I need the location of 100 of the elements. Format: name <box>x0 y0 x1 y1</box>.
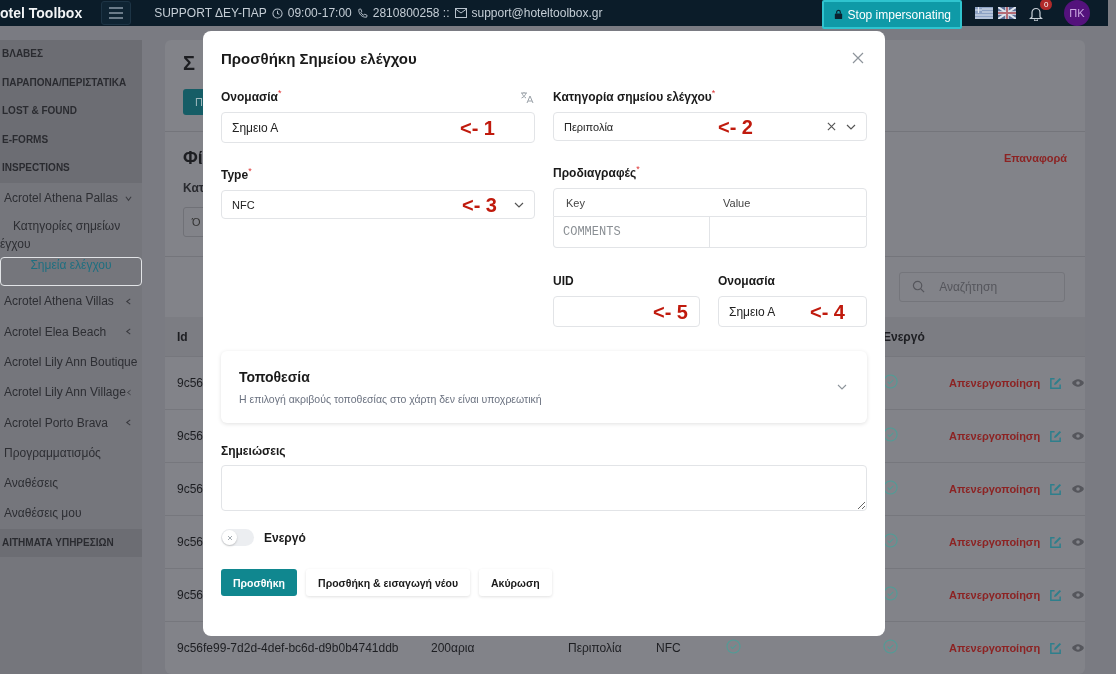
field-label: UID <box>553 273 574 289</box>
sidebar-item[interactable]: Acrotel Lily Ann Boutique <box>0 346 142 378</box>
bell-icon[interactable] <box>1029 5 1043 21</box>
sidebar-item[interactable]: Acrotel Elea Beach <box>0 316 142 347</box>
field-label: Ονομασία <box>221 89 278 105</box>
menu-icon <box>108 7 125 19</box>
lock-icon <box>832 9 844 20</box>
sidebar-section[interactable]: ΒΛΑΒΕΣ <box>0 40 142 69</box>
table-cell: 200αρια <box>431 641 475 655</box>
value-input[interactable] <box>710 217 867 248</box>
field-label: Σημειώσεις <box>221 443 287 459</box>
location-panel[interactable]: Τοποθεσία Η επιλογή ακριβούς τοποθεσίας στο χάρτη δεν είναι υποχρεωτική <box>221 351 867 423</box>
sidebar-section[interactable]: INSPECTIONS <box>0 154 142 183</box>
chevron-icon <box>125 297 132 305</box>
toggle-switch[interactable] <box>221 529 254 546</box>
table-cell: 9c56 <box>177 429 204 444</box>
eye-icon[interactable] <box>1071 590 1086 601</box>
translate-icon[interactable] <box>520 90 534 104</box>
filter-label: Κατ <box>183 180 206 195</box>
toggle-label: Ενεργό <box>264 530 306 545</box>
sidebar-item[interactable]: Acrotel Porto Brava <box>0 407 142 438</box>
avatar[interactable]: ΠΚ <box>1064 0 1090 26</box>
sidebar-subitem[interactable]: Κατηγορίες σημείων έγχου <box>0 213 142 258</box>
notification-count: 0 <box>1040 0 1053 10</box>
sidebar-section[interactable]: LOST & FOUND <box>0 97 142 126</box>
chevron-icon <box>125 419 132 427</box>
chevron-icon <box>125 328 132 336</box>
panel-title: Τοποθεσία <box>239 369 311 385</box>
greek-flag-icon[interactable] <box>975 7 993 19</box>
required-mark: * <box>636 165 640 174</box>
support-hours: 09:00-17:00 <box>287 6 352 20</box>
required-mark: * <box>248 167 252 176</box>
eye-icon[interactable] <box>1071 431 1086 442</box>
column-header: Value <box>722 196 752 209</box>
page-title: Σ <box>183 52 195 75</box>
app-logo[interactable]: otel Toolbox <box>0 5 83 21</box>
chevron-down-icon[interactable] <box>837 384 847 390</box>
annotation-label: <- 3 <box>461 193 497 216</box>
sidebar-item[interactable]: Acrotel Athena Villas <box>0 286 142 317</box>
filters-title: Φί <box>183 147 203 169</box>
annotation-label: <- 1 <box>459 116 495 139</box>
table-cell: 9c56fe99-7d2d-4def-bc6d-d9b0b4741ddb <box>177 641 399 655</box>
sidebar-item[interactable]: Αναθέσεις <box>0 468 142 499</box>
support-email[interactable]: support@hoteltoolbox.gr <box>471 6 603 20</box>
dialog-button[interactable]: Προσθήκη & εισαγωγή νέου <box>306 569 471 596</box>
edit-icon[interactable] <box>1049 641 1063 655</box>
annotation-label: <- 4 <box>809 300 845 323</box>
support-label: SUPPORT ΔΕΥ-ΠΑΡ <box>154 6 267 20</box>
deactivate-link[interactable]: Απενεργοποίηση <box>949 377 1041 390</box>
column-header: Key <box>565 196 586 209</box>
edit-icon[interactable] <box>1049 482 1063 496</box>
key-input[interactable]: COMMENTS <box>553 217 710 248</box>
chevron-icon <box>125 194 132 202</box>
sidebar-section[interactable]: ΑΙΤΗΜΑΤΑ ΥΠΗΡΕΣΙΩΝ <box>0 528 142 558</box>
field-label: Κατηγορία σημείου ελέγχου <box>553 89 712 105</box>
eye-icon[interactable] <box>1071 378 1086 389</box>
notes-textarea[interactable] <box>221 465 867 511</box>
cross-icon <box>226 534 233 541</box>
chevron-down-icon <box>514 201 524 208</box>
panel-hint: Η επιλογή ακριβούς τοποθεσίας στο χάρτη δεν είναι υποχρεωτική <box>239 393 542 405</box>
table-cell: 9c56 <box>177 588 204 603</box>
deactivate-link[interactable]: Απενεργοποίηση <box>949 483 1041 496</box>
reset-link[interactable]: Επαναφορά <box>1003 152 1068 165</box>
deactivate-link[interactable]: Απενεργοποίηση <box>949 430 1041 443</box>
sidebar-item[interactable]: Αναθέσεις μου <box>0 498 142 529</box>
support-phone: 2810800258 :: <box>372 6 450 20</box>
column-header: Id <box>177 329 188 344</box>
mail-icon <box>454 8 467 18</box>
required-mark: * <box>711 89 716 98</box>
phone-icon <box>356 7 368 19</box>
deactivate-link[interactable]: Απενεργοποίηση <box>949 642 1041 654</box>
sidebar-item[interactable]: Acrotel Athena Pallas <box>0 182 142 214</box>
uid-input[interactable] <box>553 296 700 327</box>
sidebar-section[interactable]: ΠΑΡΑΠΟΝΑ/ΠΕΡΙΣΤΑΤΙΚΑ <box>0 68 142 98</box>
edit-icon[interactable] <box>1049 535 1063 549</box>
sidebar-item[interactable]: Acrotel Lily Ann Village <box>0 377 142 408</box>
eye-icon[interactable] <box>1071 537 1086 548</box>
eye-icon[interactable] <box>1071 643 1086 653</box>
dialog-button[interactable]: Ακύρωση <box>479 569 552 596</box>
deactivate-link[interactable]: Απενεργοποίηση <box>949 536 1041 549</box>
close-icon[interactable] <box>852 52 864 64</box>
clear-icon[interactable] <box>827 122 836 131</box>
menu-button[interactable] <box>101 1 132 25</box>
deactivate-link[interactable]: Απενεργοποίηση <box>949 589 1041 602</box>
field-label: Type <box>221 167 249 183</box>
table-cell: NFC <box>656 641 681 655</box>
sidebar-section[interactable]: E-FORMS <box>0 125 142 155</box>
table-cell: 9c56 <box>177 535 204 550</box>
stop-impersonating-button[interactable]: Stop impersonating <box>821 0 962 29</box>
chevron-down-icon <box>846 123 856 130</box>
required-mark: * <box>278 89 282 98</box>
edit-icon[interactable] <box>1049 376 1063 390</box>
sidebar-item[interactable]: Προγραμματισμός <box>0 437 142 469</box>
dialog-button[interactable]: Προσθήκη <box>221 569 298 596</box>
annotation-label: <- 5 <box>652 300 688 323</box>
uk-flag-icon[interactable] <box>998 7 1016 19</box>
eye-icon[interactable] <box>1071 484 1086 495</box>
edit-icon[interactable] <box>1049 588 1063 602</box>
table-cell: Περιπολία <box>568 641 622 655</box>
edit-icon[interactable] <box>1049 429 1063 443</box>
